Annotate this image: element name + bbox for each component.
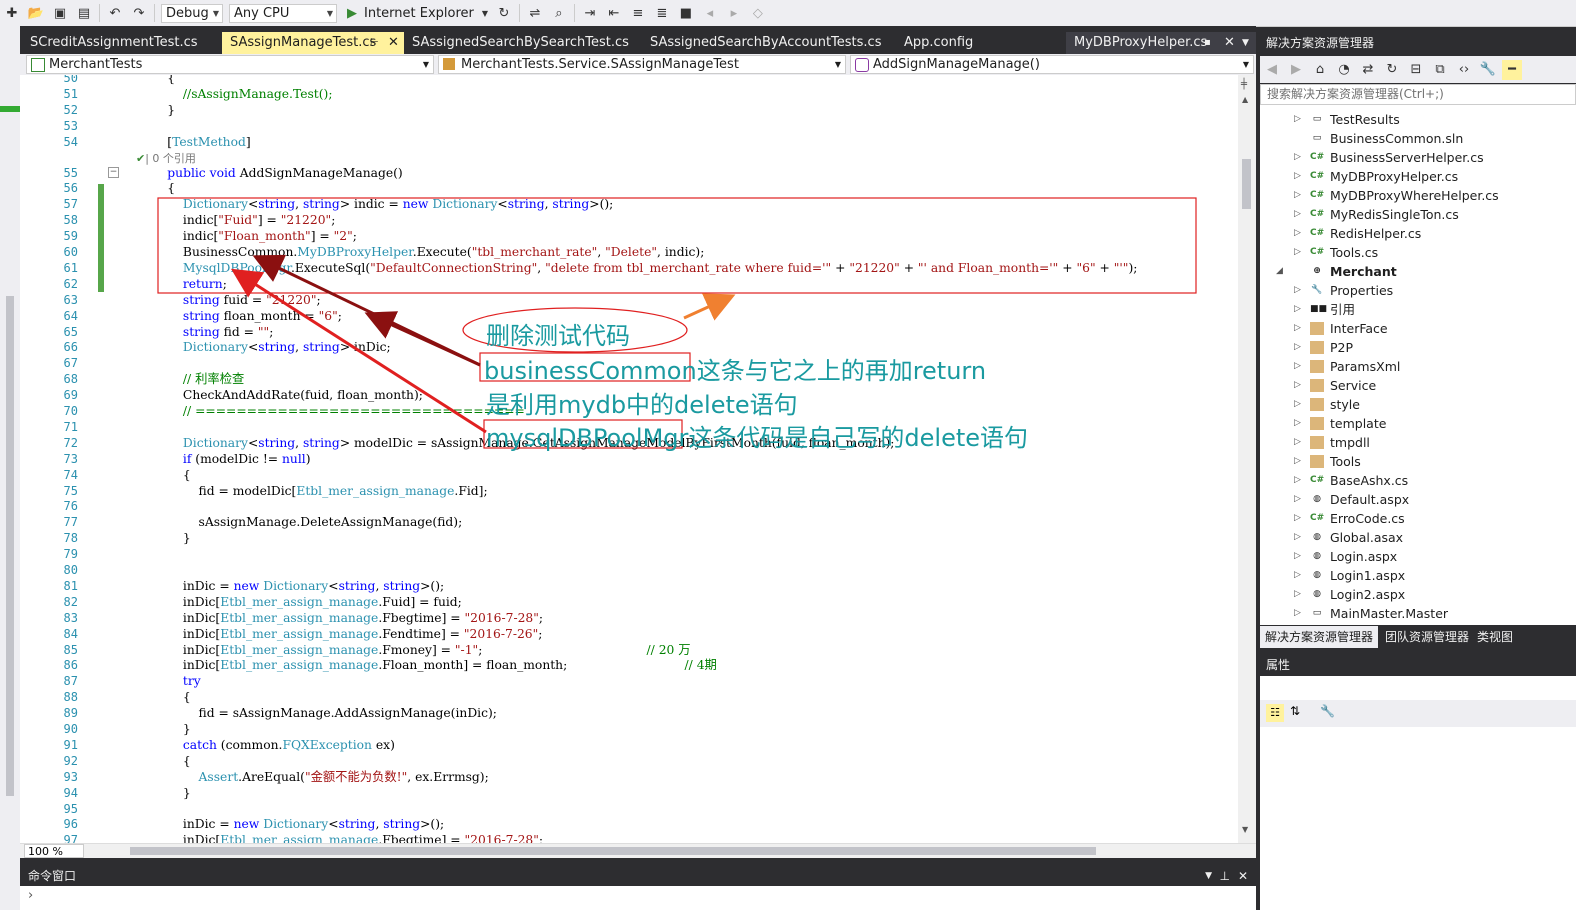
callout-delete-test-code: 删除测试代码	[486, 322, 630, 350]
arrow-to-code-box	[683, 293, 736, 321]
callout-line-3-rest: 这条代码是自己写的delete语句	[688, 424, 1029, 452]
callout-businesscommon: businessCommon	[484, 357, 697, 385]
annotation-overlay	[157, 197, 1197, 449]
callout-mysqldbpoolmgr: mysqlDBPoolMgr	[486, 424, 689, 452]
arrow-to-businesscommon	[252, 254, 481, 367]
callout-line-3: mysqlDBPoolMgr这条代码是自己写的delete语句	[486, 418, 1028, 453]
callout-line-1: businessCommon这条与它之上的再加return	[484, 351, 986, 386]
callout-line-2: 是利用mydb中的delete语句	[486, 391, 798, 419]
code-highlight-box	[157, 197, 1197, 294]
callout-line-1-rest: 这条与它之上的再加return	[696, 357, 987, 385]
